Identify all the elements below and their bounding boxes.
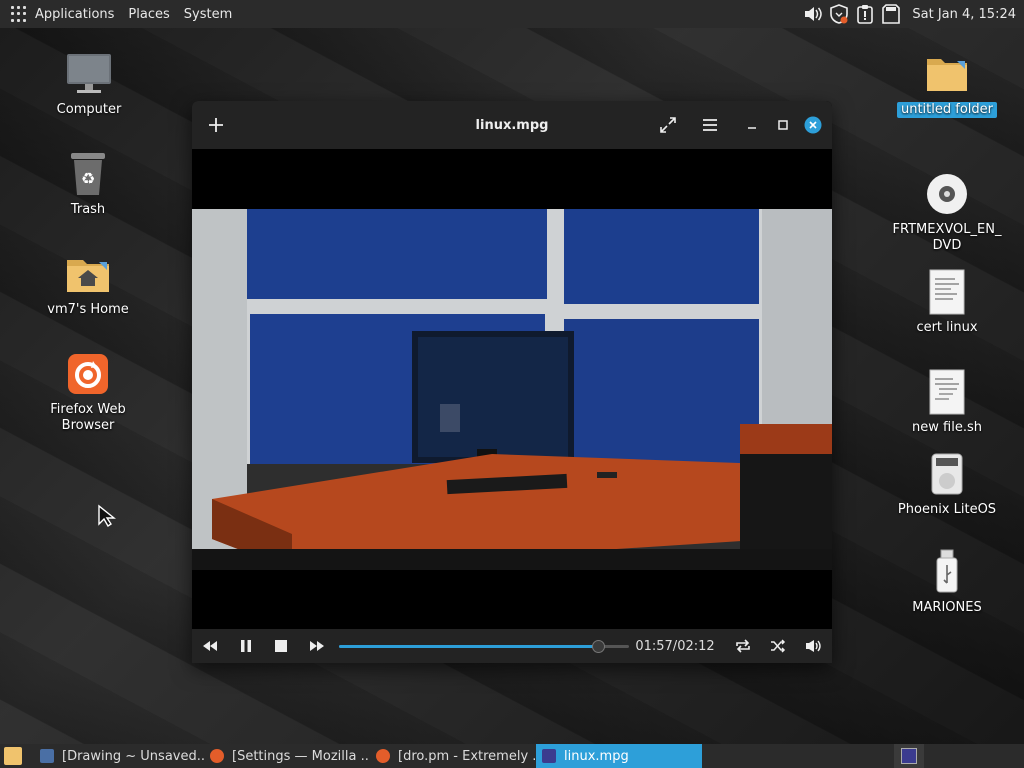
taskbar-item-label: [dro.pm - Extremely ... bbox=[398, 748, 536, 764]
desktop-icon-label: vm7's Home bbox=[47, 302, 129, 317]
home-folder-icon bbox=[64, 250, 112, 298]
window-title: linux.mpg bbox=[475, 117, 549, 133]
desktop-icon-new-file-sh[interactable]: new file.sh bbox=[877, 368, 1017, 436]
desktop-icon-cert-linux[interactable]: cert linux bbox=[877, 268, 1017, 336]
taskbar-item-label: [Settings — Mozilla ... bbox=[232, 748, 370, 764]
hamburger-menu-icon[interactable] bbox=[698, 113, 722, 137]
fullscreen-icon[interactable] bbox=[656, 113, 680, 137]
show-desktop-button[interactable] bbox=[0, 744, 26, 768]
clock[interactable]: Sat Jan 4, 15:24 bbox=[912, 7, 1016, 22]
repeat-icon[interactable] bbox=[725, 629, 761, 663]
firefox-icon bbox=[64, 350, 112, 398]
folder-icon bbox=[923, 50, 971, 98]
window-header: linux.mpg bbox=[192, 101, 832, 149]
desktop-icon-mariones[interactable]: MARIONES bbox=[877, 548, 1017, 616]
menu-system[interactable]: System bbox=[184, 7, 232, 22]
fast-forward-icon[interactable] bbox=[299, 629, 335, 663]
menu-places[interactable]: Places bbox=[128, 7, 169, 22]
desktop-icon-label: MARIONES bbox=[912, 600, 982, 615]
svg-text:♻: ♻ bbox=[81, 169, 95, 188]
video-frame[interactable] bbox=[192, 209, 832, 570]
firefox-icon bbox=[210, 749, 224, 763]
workspace-switcher[interactable] bbox=[894, 744, 924, 768]
taskbar-item-label: linux.mpg bbox=[564, 748, 629, 764]
time-display: 01:57/02:12 bbox=[635, 638, 715, 654]
mouse-pointer-icon bbox=[97, 504, 117, 532]
taskbar-item-linux-mpg[interactable]: linux.mpg bbox=[536, 744, 702, 768]
taskbar-item-label: [Drawing ~ Unsaved... bbox=[62, 748, 204, 764]
taskbar-item-settings[interactable]: [Settings — Mozilla ... bbox=[204, 744, 370, 768]
dvd-icon bbox=[923, 170, 971, 218]
desktop-icon-label: cert linux bbox=[916, 320, 978, 335]
volume-icon[interactable] bbox=[796, 629, 832, 663]
pause-icon[interactable] bbox=[228, 629, 264, 663]
volume-icon[interactable] bbox=[802, 3, 824, 25]
desktop-icon-phoenix-liteos[interactable]: Phoenix LiteOS bbox=[877, 450, 1017, 518]
desktop-icon-trash[interactable]: ♻ Trash bbox=[18, 150, 158, 218]
text-file-icon bbox=[923, 268, 971, 316]
desktop-icon-untitled-folder[interactable]: untitled folder bbox=[877, 50, 1017, 118]
desktop-icon-label: untitled folder bbox=[896, 102, 997, 118]
desktop-icon-label: Computer bbox=[56, 102, 122, 117]
script-file-icon bbox=[923, 368, 971, 416]
close-icon[interactable] bbox=[801, 113, 825, 137]
desktop-icon-label: Trash bbox=[70, 202, 106, 217]
top-panel: Applications Places System Sat Jan 4, 15… bbox=[0, 0, 1024, 28]
shield-icon[interactable] bbox=[828, 3, 850, 25]
firefox-icon bbox=[376, 749, 390, 763]
taskbar-item-dro-pm[interactable]: [dro.pm - Extremely ... bbox=[370, 744, 536, 768]
desktop-icon-label: new file.sh bbox=[912, 420, 982, 435]
update-notice-icon[interactable] bbox=[854, 3, 876, 25]
maximize-icon[interactable] bbox=[771, 113, 795, 137]
monitor-icon bbox=[65, 50, 113, 98]
seek-fill bbox=[339, 645, 598, 648]
stop-icon[interactable] bbox=[264, 629, 300, 663]
desktop-icon-label: FRTMEXVOL_EN_ DVD bbox=[892, 222, 1002, 253]
desktop-icon-dvd[interactable]: FRTMEXVOL_EN_ DVD bbox=[877, 170, 1017, 254]
menu-applications[interactable]: Applications bbox=[35, 7, 114, 22]
playback-controls: 01:57/02:12 bbox=[192, 629, 832, 663]
system-tray: Sat Jan 4, 15:24 bbox=[802, 0, 1024, 28]
usb-icon bbox=[923, 548, 971, 596]
seek-knob[interactable] bbox=[591, 640, 605, 653]
desktop-icon-home[interactable]: vm7's Home bbox=[18, 250, 158, 318]
video-player-icon bbox=[542, 749, 556, 763]
shuffle-icon[interactable] bbox=[760, 629, 796, 663]
desktop-icon-label: Firefox Web Browser bbox=[50, 402, 126, 433]
storage-icon[interactable] bbox=[880, 3, 902, 25]
seek-slider[interactable] bbox=[339, 638, 630, 654]
taskbar: [Drawing ~ Unsaved... [Settings — Mozill… bbox=[0, 744, 1024, 768]
apps-grid-icon[interactable] bbox=[11, 6, 27, 22]
drive-icon bbox=[923, 450, 971, 498]
drawing-app-icon bbox=[40, 749, 54, 763]
taskbar-item-drawing[interactable]: [Drawing ~ Unsaved... bbox=[34, 744, 204, 768]
video-player-window: linux.mpg 01:57/02:12 bbox=[192, 101, 832, 663]
trash-icon: ♻ bbox=[64, 150, 112, 198]
video-player-icon bbox=[901, 748, 917, 764]
minimize-icon[interactable] bbox=[740, 113, 764, 137]
desktop-icon-firefox[interactable]: Firefox Web Browser bbox=[18, 350, 158, 434]
folder-icon bbox=[4, 747, 22, 765]
desktop-icon-computer[interactable]: Computer bbox=[19, 50, 159, 118]
desktop-icon-label: Phoenix LiteOS bbox=[897, 502, 997, 517]
rewind-icon[interactable] bbox=[192, 629, 228, 663]
